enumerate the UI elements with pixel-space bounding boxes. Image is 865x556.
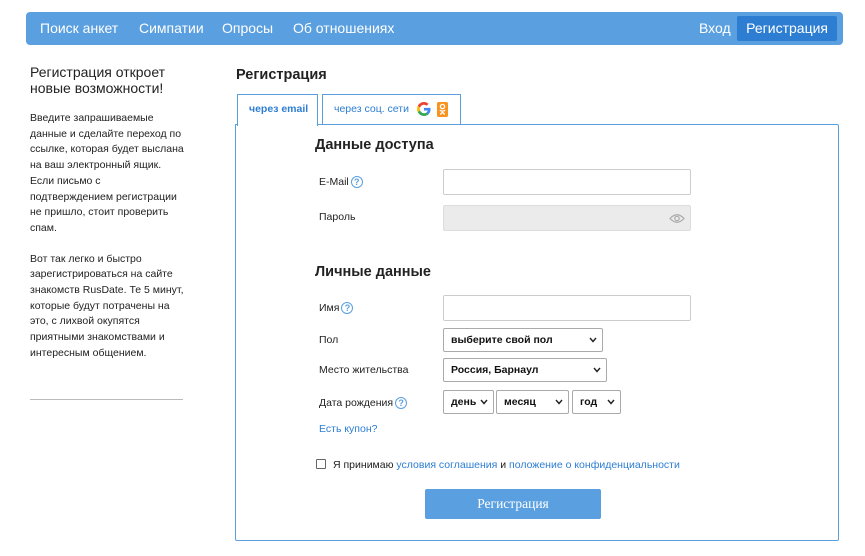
tab-social[interactable]: через соц. сети	[322, 94, 461, 125]
email-field[interactable]	[443, 169, 691, 195]
promo-paragraph-1: Введите запрашиваемые данные и сделайте …	[30, 112, 184, 234]
birthdate-label: Дата рождения?	[319, 397, 408, 410]
name-label-text: Имя	[319, 302, 340, 314]
eye-icon[interactable]	[669, 213, 685, 224]
email-label-text: E-Mail	[319, 176, 349, 188]
promo-paragraph-2: Вот так легко и быстро зарегистрироватьс…	[30, 252, 184, 359]
nav-item-polls[interactable]: Опросы	[222, 12, 273, 45]
agreement-checkbox[interactable]	[316, 459, 326, 469]
location-label: Место жительства	[319, 364, 409, 376]
birth-month-select[interactable]: месяц	[496, 390, 569, 414]
location-select-value: Россия, Барнаул	[451, 364, 539, 376]
birth-month-value: месяц	[504, 396, 536, 408]
terms-link[interactable]: условия соглашения	[396, 459, 497, 471]
submit-registration-button[interactable]: Регистрация	[425, 489, 601, 519]
nav-register-button[interactable]: Регистрация	[737, 16, 837, 41]
help-icon[interactable]: ?	[350, 176, 363, 189]
tab-social-label: через соц. сети	[334, 103, 409, 115]
sidebar-divider	[30, 399, 183, 400]
name-field[interactable]	[443, 295, 691, 321]
odnoklassniki-icon	[437, 102, 448, 117]
page-title: Регистрация	[236, 67, 327, 83]
personal-section-title: Личные данные	[315, 264, 431, 280]
password-field[interactable]	[443, 205, 691, 231]
chevron-down-icon	[607, 399, 615, 405]
gender-select-value: выберите свой пол	[451, 334, 553, 346]
birth-day-value: день	[451, 396, 477, 408]
agreement-prefix: Я принимаю	[333, 459, 394, 471]
nav-item-about-relationships[interactable]: Об отношениях	[293, 12, 394, 45]
password-label: Пароль	[319, 211, 356, 223]
location-select[interactable]: Россия, Барнаул	[443, 358, 607, 382]
promo-title: Регистрация откроет новые возможности!	[30, 64, 166, 96]
gender-label: Пол	[319, 334, 339, 346]
chevron-down-icon	[555, 399, 563, 405]
chevron-down-icon	[593, 367, 601, 373]
agreement-and: и	[500, 459, 507, 471]
help-icon[interactable]: ?	[341, 302, 354, 315]
gender-select[interactable]: выберите свой пол	[443, 328, 603, 352]
nav-login-link[interactable]: Вход	[699, 12, 731, 45]
tab-email-label: через email	[249, 103, 309, 115]
agreement-row: Я принимаю условия соглашения и положени…	[316, 459, 680, 471]
coupon-link[interactable]: Есть купон?	[319, 423, 377, 435]
nav-item-search-profiles[interactable]: Поиск анкет	[40, 12, 118, 45]
nav-item-likes[interactable]: Симпатии	[139, 12, 204, 45]
tab-email[interactable]: через email	[237, 94, 318, 126]
sidebar: Регистрация откроет новые возможности! В…	[30, 64, 185, 400]
chevron-down-icon	[480, 399, 488, 405]
google-icon	[417, 102, 431, 116]
birthdate-label-text: Дата рождения	[319, 397, 394, 409]
help-icon[interactable]: ?	[395, 397, 408, 410]
birth-year-select[interactable]: год	[572, 390, 621, 414]
birth-year-value: год	[580, 396, 598, 408]
access-section-title: Данные доступа	[315, 137, 434, 153]
email-label: E-Mail?	[319, 176, 363, 189]
birth-day-select[interactable]: день	[443, 390, 494, 414]
name-label: Имя?	[319, 302, 354, 315]
chevron-down-icon	[589, 337, 597, 343]
top-nav-bar: Поиск анкет Симпатии Опросы Об отношения…	[26, 12, 843, 45]
privacy-link[interactable]: положение о конфиденциальности	[509, 459, 680, 471]
